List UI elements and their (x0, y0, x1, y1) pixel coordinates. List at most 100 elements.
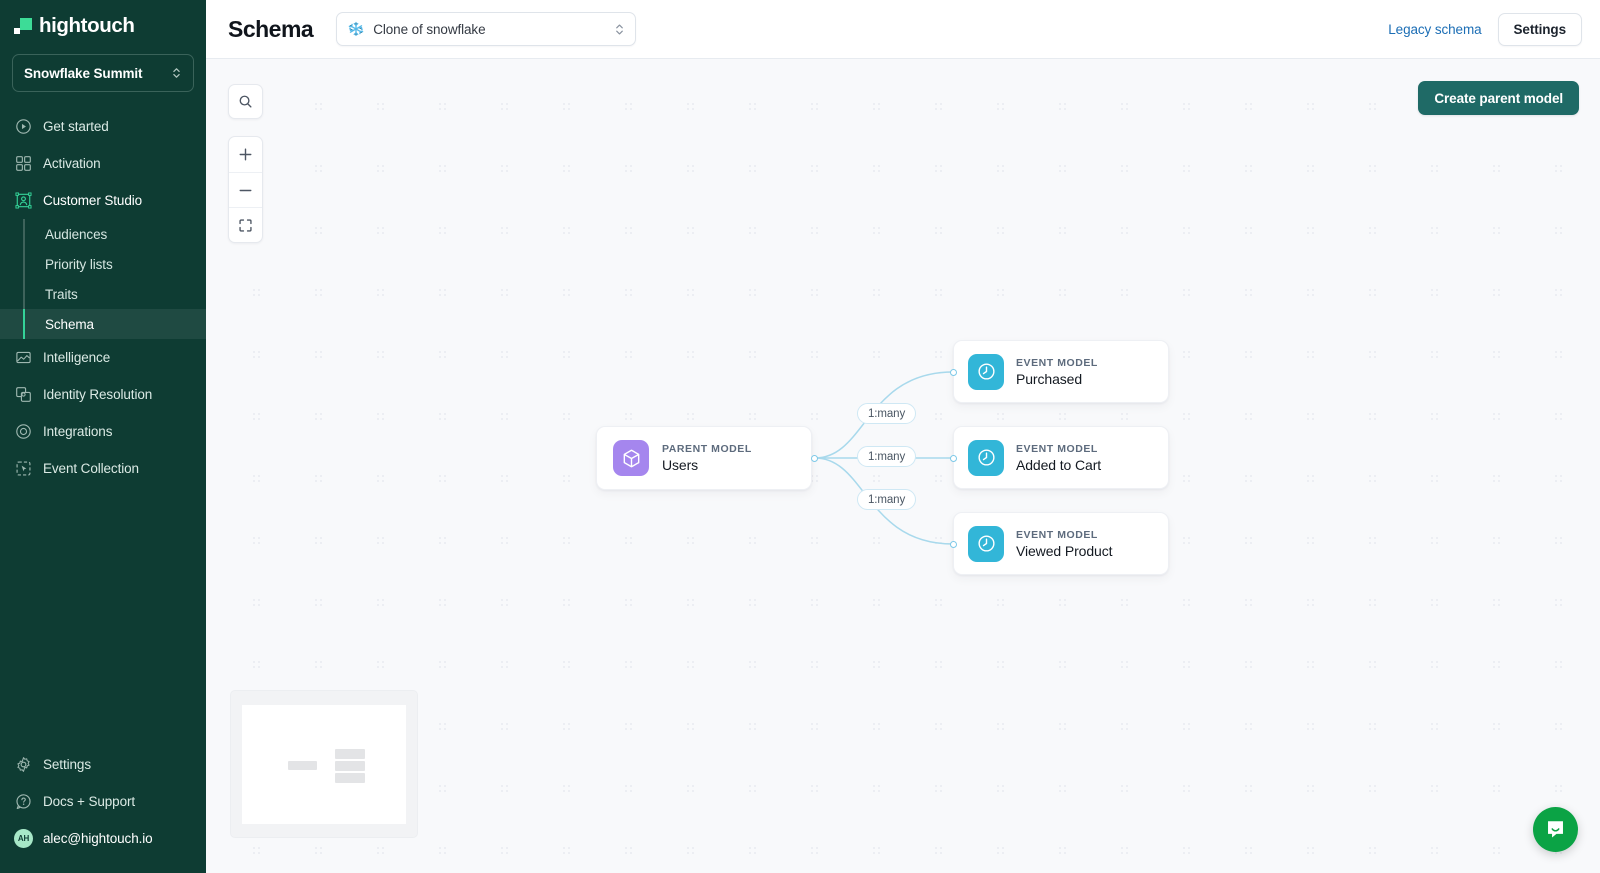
sidebar-subitem-label: Priority lists (45, 257, 113, 272)
minimap-node (335, 773, 365, 783)
node-kind-label: PARENT MODEL (662, 443, 752, 455)
schema-canvas[interactable]: 1:many 1:many 1:many PARENT MODEL Users (206, 59, 1600, 873)
secondary-nav: Settings Docs + Support AH alec@hightouc… (0, 746, 206, 873)
node-parent-model-users[interactable]: PARENT MODEL Users (596, 426, 812, 490)
cursor-box-icon (15, 460, 32, 477)
sidebar-item-traits[interactable]: Traits (0, 279, 206, 309)
node-port-added-to-cart-in[interactable] (950, 455, 957, 462)
sidebar-item-label: Identity Resolution (43, 387, 152, 402)
node-name-label: Users (662, 457, 752, 473)
grid-squares-icon (15, 155, 32, 172)
sidebar-item-label: Settings (43, 757, 91, 772)
node-event-model-added-to-cart[interactable]: EVENT MODEL Added to Cart (953, 426, 1169, 489)
main-area: Schema Clone of snowflake Legacy schema (206, 0, 1600, 873)
intercom-chat-button[interactable] (1533, 807, 1578, 852)
search-icon (238, 94, 253, 109)
sidebar-item-get-started[interactable]: Get started (0, 108, 206, 145)
sidebar-subitem-label: Traits (45, 287, 78, 302)
node-port-viewed-product-in[interactable] (950, 541, 957, 548)
minus-icon (238, 183, 253, 198)
question-circle-icon (15, 793, 32, 810)
create-parent-model-button[interactable]: Create parent model (1418, 81, 1579, 115)
sidebar-subitem-label: Audiences (45, 227, 107, 242)
sidebar-item-label: Customer Studio (43, 193, 142, 208)
node-event-model-purchased[interactable]: EVENT MODEL Purchased (953, 340, 1169, 403)
zoom-in-button[interactable] (229, 137, 262, 172)
node-name-label: Purchased (1016, 371, 1098, 387)
brand-logo[interactable]: hightouch (0, 0, 206, 48)
sidebar-item-docs-support[interactable]: Docs + Support (0, 783, 206, 820)
zoom-out-button[interactable] (229, 172, 262, 207)
chevron-up-down-icon (614, 22, 625, 37)
fit-view-button[interactable] (229, 207, 262, 242)
clock-icon (968, 354, 1004, 390)
node-event-model-viewed-product[interactable]: EVENT MODEL Viewed Product (953, 512, 1169, 575)
sidebar-item-label: Docs + Support (43, 794, 135, 809)
brand-name: hightouch (39, 14, 134, 38)
app-root: hightouch Snowflake Summit Get started (0, 0, 1600, 873)
edge-label[interactable]: 1:many (857, 403, 916, 424)
sidebar-item-event-collection[interactable]: Event Collection (0, 450, 206, 487)
sidebar-item-integrations[interactable]: Integrations (0, 413, 206, 450)
node-kind-label: EVENT MODEL (1016, 443, 1101, 455)
sidebar-item-priority-lists[interactable]: Priority lists (0, 249, 206, 279)
sidebar-subitem-label: Schema (45, 317, 94, 332)
clock-icon (968, 526, 1004, 562)
sidebar-item-schema[interactable]: Schema (0, 309, 206, 339)
sidebar-item-intelligence[interactable]: Intelligence (0, 339, 206, 376)
sidebar-item-audiences[interactable]: Audiences (0, 219, 206, 249)
chevron-up-down-icon (171, 66, 182, 80)
primary-nav: Get started Activation (0, 106, 206, 746)
play-circle-icon (15, 118, 32, 135)
top-bar: Schema Clone of snowflake Legacy schema (206, 0, 1600, 59)
node-name-label: Viewed Product (1016, 543, 1112, 559)
user-email: alec@hightouch.io (43, 831, 153, 846)
model-source-value: Clone of snowflake (373, 22, 605, 37)
customer-studio-icon (15, 192, 32, 209)
hightouch-logo-icon (14, 17, 32, 35)
legacy-schema-link[interactable]: Legacy schema (1388, 22, 1481, 37)
canvas-zoom-controls (228, 136, 263, 243)
edge-label[interactable]: 1:many (857, 489, 916, 510)
clock-icon (968, 440, 1004, 476)
minimap-node (335, 749, 365, 759)
settings-button[interactable]: Settings (1498, 13, 1582, 46)
node-kind-label: EVENT MODEL (1016, 357, 1098, 369)
sidebar-item-label: Get started (43, 119, 109, 134)
node-kind-label: EVENT MODEL (1016, 529, 1112, 541)
chart-area-icon (15, 349, 32, 366)
top-bar-actions: Legacy schema Settings (1388, 13, 1582, 46)
model-source-select[interactable]: Clone of snowflake (336, 12, 636, 46)
node-name-label: Added to Cart (1016, 457, 1101, 473)
workspace-label: Snowflake Summit (24, 66, 171, 81)
fit-view-icon (238, 218, 253, 233)
sidebar-item-identity-resolution[interactable]: Identity Resolution (0, 376, 206, 413)
snowflake-icon (348, 21, 364, 37)
node-port-parent-out[interactable] (811, 455, 818, 462)
workspace-selector[interactable]: Snowflake Summit (12, 54, 194, 92)
customer-studio-subnav: Audiences Priority lists Traits Schema (0, 219, 206, 339)
sidebar-item-customer-studio[interactable]: Customer Studio (0, 182, 206, 219)
sidebar-item-label: Integrations (43, 424, 112, 439)
sidebar-item-activation[interactable]: Activation (0, 145, 206, 182)
sidebar: hightouch Snowflake Summit Get started (0, 0, 206, 873)
sidebar-item-label: Event Collection (43, 461, 139, 476)
page-title: Schema (228, 16, 313, 43)
sidebar-item-settings[interactable]: Settings (0, 746, 206, 783)
minimap-node (335, 761, 365, 771)
sidebar-item-label: Activation (43, 156, 101, 171)
gear-icon (15, 756, 32, 773)
user-account[interactable]: AH alec@hightouch.io (0, 820, 206, 857)
edge-label[interactable]: 1:many (857, 446, 916, 467)
chat-bubble-icon (1544, 818, 1567, 841)
circles-icon (15, 423, 32, 440)
minimap-node (288, 761, 317, 770)
avatar: AH (14, 829, 33, 848)
minimap-viewport (242, 705, 406, 824)
cube-icon (613, 440, 649, 476)
canvas-minimap[interactable] (230, 690, 418, 838)
layers-icon (15, 386, 32, 403)
node-port-purchased-in[interactable] (950, 369, 957, 376)
canvas-search-button[interactable] (228, 84, 263, 119)
plus-icon (238, 147, 253, 162)
